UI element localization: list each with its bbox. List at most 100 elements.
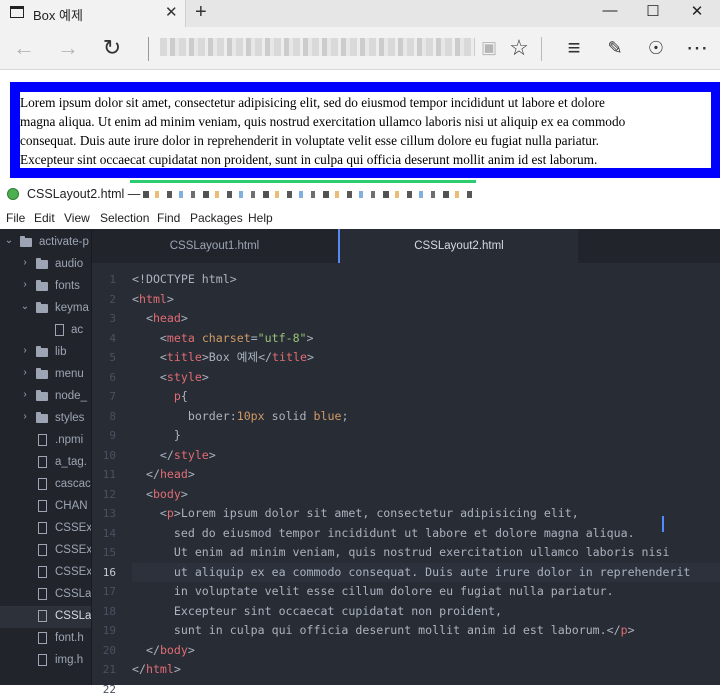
file-icon — [38, 434, 47, 446]
file-icon — [38, 632, 47, 644]
tree-item[interactable]: › fonts — [0, 276, 91, 298]
browser-tab[interactable]: Box 예제 ✕ — [0, 0, 186, 27]
tree-item[interactable]: a_tag. — [0, 452, 91, 474]
folder-icon — [20, 236, 32, 247]
refresh-icon[interactable]: ↻ — [99, 35, 125, 61]
file-icon — [38, 522, 47, 534]
code-line: <p>Lorem ipsum dolor sit amet, consectet… — [159, 506, 579, 520]
menu-help[interactable]: Help — [248, 211, 273, 225]
code-line: <head> — [145, 311, 188, 325]
code-area[interactable]: <!DOCTYPE html> <html> <head> <meta chars… — [132, 263, 720, 685]
browser-tab-bar: Box 예제 ✕ + — ☐ ✕ — [0, 0, 720, 27]
hub-icon[interactable]: ≡ — [561, 35, 587, 61]
line-number: 15 — [102, 546, 116, 559]
tree-item-label: styles — [55, 412, 85, 424]
code-line: sed do eiusmod tempor incididunt ut labo… — [132, 525, 635, 540]
code-line: <title>Box 예제</title> — [159, 350, 314, 364]
line-number: 13 — [102, 507, 116, 520]
folder-icon — [36, 258, 48, 269]
tree-item[interactable]: › node_ — [0, 386, 91, 408]
menu-find[interactable]: Find — [157, 211, 180, 225]
folder-icon — [36, 412, 48, 423]
page-icon — [10, 6, 24, 18]
forward-arrow-icon[interactable]: → — [55, 35, 81, 61]
tree-item[interactable]: › audio — [0, 254, 91, 276]
tab-csslayout1[interactable]: CSSLayout1.html — [92, 229, 337, 263]
line-number: 12 — [102, 487, 116, 501]
file-icon — [38, 478, 47, 490]
file-icon — [38, 500, 47, 512]
tree-item[interactable]: CSSLa — [0, 584, 91, 606]
line-number: 8 — [109, 409, 116, 423]
menu-selection[interactable]: Selection — [100, 211, 149, 225]
tree-item-label: audio — [55, 258, 84, 270]
bordered-paragraph: Lorem ipsum dolor sit amet, consectetur … — [10, 82, 720, 178]
tree-item-label: lib — [55, 346, 67, 358]
line-number: 3 — [109, 312, 116, 325]
tree-item[interactable]: CSSEx — [0, 540, 91, 562]
tree-item-selected[interactable]: CSSLa — [0, 606, 91, 628]
menu-file[interactable]: File — [6, 211, 25, 225]
favorite-star-icon[interactable]: ☆ — [506, 35, 532, 61]
folder-icon — [36, 346, 48, 357]
tree-item-label: keyma — [55, 302, 89, 314]
tree-item[interactable]: ⌄ keyma — [0, 298, 91, 320]
tree-item[interactable]: .npmi — [0, 430, 91, 452]
file-icon — [38, 654, 47, 666]
line-number-gutter: 1 2 3 4 5 6 7 8 9 10 11 12 13 14 15 16 17 18 19 20 21 22 — [92, 263, 126, 696]
web-note-icon[interactable]: ✎ — [602, 35, 628, 61]
chevron-right-icon: › — [23, 367, 27, 378]
tree-item[interactable]: › menu — [0, 364, 91, 386]
more-icon[interactable]: ⋯ — [684, 35, 710, 61]
address-bar[interactable] — [160, 38, 475, 56]
close-window-button[interactable]: ✕ — [682, 2, 712, 20]
tree-item[interactable]: font.h — [0, 628, 91, 650]
browser-nav-bar: ← → ↻ ▣ ☆ ≡ ✎ ☉ ⋯ — [0, 27, 720, 70]
tree-item-label: font.h — [55, 632, 84, 644]
minimize-button[interactable]: — — [595, 2, 625, 19]
code-line: <body> — [145, 486, 188, 501]
tree-item[interactable]: cascac — [0, 474, 91, 496]
menu-edit[interactable]: Edit — [34, 211, 55, 225]
tree-item[interactable]: img.h — [0, 650, 91, 672]
tree-item[interactable]: CHAN — [0, 496, 91, 518]
tree-item-label: CSSEx — [55, 522, 92, 534]
folder-icon — [36, 302, 48, 313]
tree-item-label: CHAN — [55, 500, 88, 512]
paragraph-line: consequat. Duis aute irure dolor in repr… — [20, 133, 599, 148]
chevron-right-icon: › — [23, 279, 27, 290]
new-tab-button[interactable]: + — [195, 1, 207, 24]
code-line: <meta charset="utf-8"> — [159, 330, 314, 345]
menu-view[interactable]: View — [64, 211, 90, 225]
share-icon[interactable]: ☉ — [643, 35, 669, 61]
maximize-button[interactable]: ☐ — [638, 2, 668, 20]
editor-pane: CSSLayout1.html CSSLayout2.html 12345678… — [92, 229, 720, 696]
tree-item[interactable]: CSSEx — [0, 518, 91, 540]
menu-packages[interactable]: Packages — [190, 211, 243, 225]
tree-item[interactable]: › styles — [0, 408, 91, 430]
paragraph-line: Excepteur sint occaecat cupidatat non pr… — [20, 152, 598, 167]
tree-item[interactable]: › lib — [0, 342, 91, 364]
tab-csslayout2[interactable]: CSSLayout2.html — [338, 229, 578, 263]
tree-item[interactable]: ac — [0, 320, 91, 342]
nav-divider — [148, 37, 149, 61]
line-number: 6 — [109, 370, 116, 384]
code-line: <html> — [132, 291, 174, 306]
tree-item-label: img.h — [55, 654, 84, 666]
code-line: <!DOCTYPE html> — [132, 272, 237, 286]
line-number: 16 — [102, 565, 116, 579]
folder-icon — [36, 368, 48, 379]
file-icon — [38, 544, 47, 556]
chevron-down-icon: ⌄ — [4, 235, 14, 246]
reading-view-icon[interactable]: ▣ — [476, 35, 502, 61]
tree-item-label: cascac — [55, 478, 91, 490]
tab-close-icon[interactable]: ✕ — [165, 3, 178, 21]
chevron-right-icon: › — [23, 345, 27, 356]
tree-item[interactable]: CSSEx — [0, 562, 91, 584]
line-number: 10 — [102, 448, 116, 462]
back-arrow-icon[interactable]: ← — [11, 35, 37, 61]
tree-item[interactable]: ⌄ activate-p — [0, 232, 91, 254]
chevron-down-icon: ⌄ — [20, 301, 30, 312]
tree-item-label: CSSLa — [55, 610, 92, 622]
nav-divider-2 — [541, 37, 542, 61]
